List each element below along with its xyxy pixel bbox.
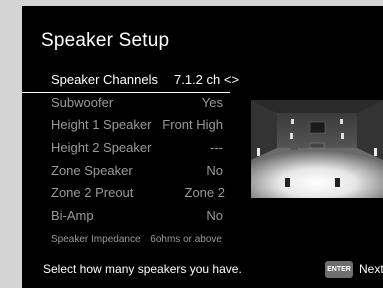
menu-item-label: Speaker Channels: [51, 72, 158, 87]
floor: [251, 148, 383, 198]
page-title: Speaker Setup: [41, 30, 170, 51]
menu-item-zone-speaker[interactable]: Zone Speaker No: [22, 161, 223, 181]
center-speaker-icon: [309, 142, 325, 149]
height-speaker-right-icon: [340, 119, 343, 124]
menu-item-label: Speaker Impedance: [51, 234, 141, 245]
menu-item-value: Zone 2: [184, 185, 225, 200]
menu-item-height-1-speaker[interactable]: Height 1 Speaker Front High: [22, 115, 223, 135]
menu-item-value: ---: [210, 140, 223, 155]
enter-key-badge[interactable]: ENTER: [325, 261, 353, 278]
tv-icon: [309, 121, 326, 134]
menu-item-value: No: [206, 163, 223, 178]
surround-speaker-right-icon: [374, 148, 377, 156]
menu-item-height-2-speaker[interactable]: Height 2 Speaker ---: [22, 138, 223, 158]
menu-item-zone-2-preout[interactable]: Zone 2 Preout Zone 2: [22, 183, 225, 203]
front-speaker-right-icon: [341, 133, 344, 139]
menu-item-value: Front High: [162, 117, 223, 132]
menu-item-label: Bi-Amp: [51, 208, 94, 223]
menu-item-label: Zone 2 Preout: [51, 185, 134, 200]
menu-item-label: Subwoofer: [51, 95, 114, 110]
subwoofer-icon: [291, 144, 297, 150]
front-speaker-left-icon: [290, 133, 293, 139]
menu-item-value: 7.1.2 ch <>: [174, 72, 240, 87]
menu-item-speaker-impedance[interactable]: Speaker Impedance 6ohms or above: [22, 230, 222, 250]
next-label: Next: [359, 262, 383, 276]
menu-item-value: Yes: [201, 95, 223, 110]
menu-item-subwoofer[interactable]: Subwoofer Yes: [22, 93, 223, 113]
height-speaker-left-icon: [291, 119, 294, 124]
menu-item-bi-amp[interactable]: Bi-Amp No: [22, 206, 223, 226]
surround-back-speaker-left-icon: [285, 178, 290, 187]
menu-item-label: Zone Speaker: [51, 163, 133, 178]
surround-back-speaker-right-icon: [335, 178, 340, 187]
menu-item-label: Height 1 Speaker: [51, 117, 152, 132]
menu-item-label: Height 2 Speaker: [51, 140, 152, 155]
help-text: Select how many speakers you have.: [43, 262, 242, 276]
menu-item-speaker-channels[interactable]: Speaker Channels 7.1.2 ch <>: [22, 70, 267, 90]
menu-item-value: No: [206, 208, 223, 223]
surround-speaker-left-icon: [257, 148, 260, 156]
menu-item-value: 6ohms or above: [150, 234, 222, 245]
speaker-setup-screen: Speaker Setup Speaker Channels 7.1.2 ch …: [22, 6, 383, 288]
speaker-layout-illustration: [251, 100, 383, 198]
